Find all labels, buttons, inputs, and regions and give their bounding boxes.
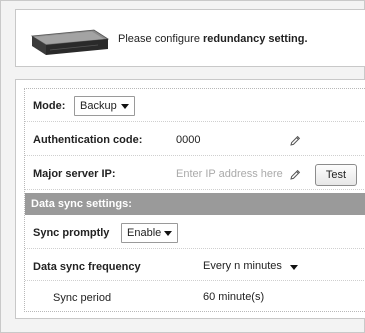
- auth-code-label: Authentication code:: [33, 134, 143, 146]
- pencil-icon[interactable]: [289, 135, 301, 147]
- auth-code-row: Authentication code: 0000: [25, 122, 365, 156]
- caret-down-icon: [121, 104, 129, 109]
- header-message: Please configure redundancy setting.: [118, 33, 308, 45]
- sync-promptly-label: Sync promptly: [33, 227, 110, 239]
- header-panel: Please configure redundancy setting.: [15, 9, 365, 67]
- header-message-emphasis: redundancy setting.: [203, 33, 308, 45]
- header-message-prefix: Please configure: [118, 33, 203, 45]
- pencil-icon[interactable]: [289, 169, 301, 181]
- settings-form: Mode: Backup Authentication code: 0000 M…: [24, 88, 365, 312]
- auth-code-value[interactable]: 0000: [176, 134, 200, 146]
- sync-period-label: Sync period: [53, 292, 112, 304]
- mode-label: Mode:: [33, 100, 66, 112]
- mode-select[interactable]: Backup: [74, 96, 135, 116]
- data-sync-frequency-value: Every n minutes: [203, 260, 282, 272]
- sync-promptly-row: Sync promptly Enable: [25, 215, 365, 249]
- major-server-ip-label: Major server IP:: [33, 168, 116, 180]
- caret-down-icon: [289, 265, 298, 270]
- mode-row: Mode: Backup: [25, 89, 365, 122]
- test-button[interactable]: Test: [315, 164, 357, 186]
- page-frame: Please configure redundancy setting. Mod…: [0, 0, 365, 333]
- data-sync-frequency-select[interactable]: Every n minutes: [203, 260, 298, 272]
- sync-promptly-select[interactable]: Enable: [121, 223, 178, 243]
- data-sync-section-header: Data sync settings:: [25, 193, 365, 215]
- mode-select-value: Backup: [80, 100, 117, 112]
- settings-panel: Mode: Backup Authentication code: 0000 M…: [15, 79, 365, 319]
- caret-down-icon: [164, 231, 172, 236]
- major-server-ip-input[interactable]: Enter IP address here: [176, 168, 283, 180]
- data-sync-frequency-label: Data sync frequency: [33, 261, 141, 273]
- major-server-ip-row: Major server IP: Enter IP address here T…: [25, 156, 365, 190]
- sync-period-row: Sync period 60 minute(s): [25, 281, 365, 312]
- sync-period-value: 60 minute(s): [203, 291, 265, 303]
- nvr-device-icon: [30, 29, 110, 55]
- data-sync-frequency-row: Data sync frequency Every n minutes: [25, 249, 365, 281]
- sync-promptly-select-value: Enable: [127, 227, 162, 239]
